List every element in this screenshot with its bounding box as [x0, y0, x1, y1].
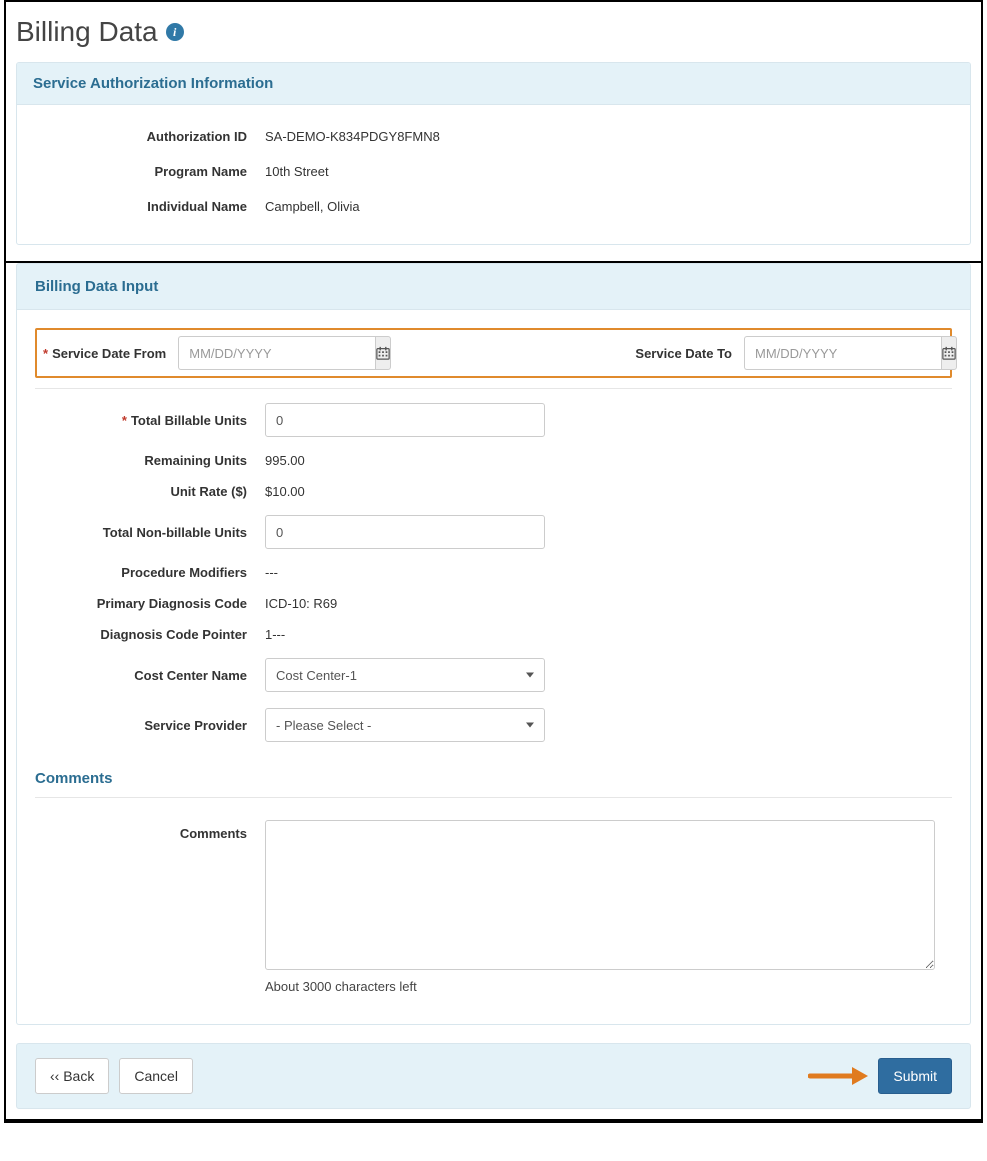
unit-rate-value: $10.00 [265, 484, 952, 499]
arrow-annotation-icon [808, 1065, 868, 1087]
service-date-from-calendar-button[interactable] [375, 336, 391, 370]
chevron-down-icon [526, 673, 534, 678]
total-billable-input[interactable] [265, 403, 545, 437]
diagnosis-pointer-label: Diagnosis Code Pointer [35, 627, 265, 642]
total-billable-label: *Total Billable Units [35, 413, 265, 428]
page-title: Billing Data i [16, 16, 971, 48]
info-icon[interactable]: i [166, 23, 184, 41]
service-provider-label: Service Provider [35, 718, 265, 733]
cancel-button[interactable]: Cancel [119, 1058, 193, 1094]
footer-bar: ‹‹ Back Cancel Submit [16, 1043, 971, 1109]
service-date-to-label: Service Date To [635, 346, 732, 361]
service-date-from-input[interactable] [178, 336, 375, 370]
total-nonbillable-label: Total Non-billable Units [35, 525, 265, 540]
auth-info-heading: Service Authorization Information [17, 63, 970, 105]
cost-center-select[interactable]: Cost Center-1 [265, 658, 545, 692]
primary-diagnosis-value: ICD-10: R69 [265, 596, 952, 611]
program-name-value: 10th Street [265, 164, 952, 179]
cost-center-selected: Cost Center-1 [276, 668, 357, 683]
diagnosis-pointer-value: 1--- [265, 627, 952, 642]
unit-rate-label: Unit Rate ($) [35, 484, 265, 499]
remaining-units-value: 995.00 [265, 453, 952, 468]
total-nonbillable-input[interactable] [265, 515, 545, 549]
comments-textarea[interactable] [265, 820, 935, 970]
auth-info-panel: Service Authorization Information Author… [16, 62, 971, 245]
service-date-to-calendar-button[interactable] [941, 336, 957, 370]
authorization-id-label: Authorization ID [35, 129, 265, 144]
chevron-down-icon [526, 723, 534, 728]
calendar-icon [376, 346, 390, 360]
service-provider-select[interactable]: - Please Select - [265, 708, 545, 742]
service-provider-selected: - Please Select - [276, 718, 371, 733]
page-title-text: Billing Data [16, 16, 158, 48]
comments-heading: Comments [35, 770, 952, 787]
primary-diagnosis-label: Primary Diagnosis Code [35, 596, 265, 611]
comments-char-hint: About 3000 characters left [265, 979, 935, 994]
submit-button[interactable]: Submit [878, 1058, 952, 1094]
procedure-modifiers-value: --- [265, 565, 952, 580]
service-date-highlight: *Service Date From [35, 328, 952, 378]
authorization-id-value: SA-DEMO-K834PDGY8FMN8 [265, 129, 952, 144]
individual-name-value: Campbell, Olivia [265, 199, 952, 214]
cost-center-label: Cost Center Name [35, 668, 265, 683]
procedure-modifiers-label: Procedure Modifiers [35, 565, 265, 580]
remaining-units-label: Remaining Units [35, 453, 265, 468]
billing-input-heading: Billing Data Input [16, 263, 971, 310]
service-date-from-label: *Service Date From [43, 346, 166, 361]
individual-name-label: Individual Name [35, 199, 265, 214]
program-name-label: Program Name [35, 164, 265, 179]
calendar-icon [942, 346, 956, 360]
comments-label: Comments [35, 820, 265, 841]
service-date-to-input[interactable] [744, 336, 941, 370]
back-button[interactable]: ‹‹ Back [35, 1058, 109, 1094]
